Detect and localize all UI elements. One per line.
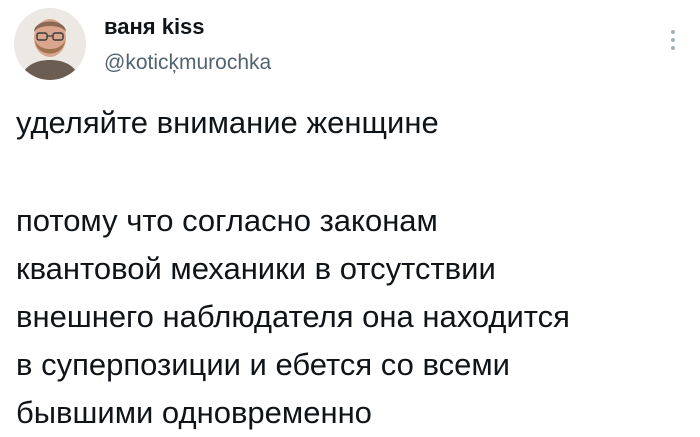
tweet-text-line: уделяйте внимание женщине: [16, 105, 439, 140]
tweet-text: уделяйте внимание женщине потому что сог…: [16, 99, 686, 437]
tweet: ваня kiss @koticķmurochka уделяйте внима…: [0, 0, 700, 435]
tweet-text-line: квантовой механики в отсутствии: [16, 251, 496, 286]
tweet-text-line: внешнего наблюдателя она находится: [16, 299, 570, 334]
more-options-icon[interactable]: [668, 30, 678, 56]
user-handle[interactable]: @koticķmurochka: [104, 50, 271, 76]
dot: [671, 38, 675, 42]
user-avatar[interactable]: [14, 8, 86, 80]
dot: [671, 46, 675, 50]
tweet-text-line: в суперпозиции и ебется со всеми: [16, 347, 510, 382]
tweet-text-line: потому что согласно законам: [16, 203, 438, 238]
avatar-face-icon: [14, 8, 86, 80]
dot: [671, 30, 675, 34]
tweet-text-line: бывшими одновременно: [16, 395, 372, 430]
display-name[interactable]: ваня kiss: [104, 14, 205, 40]
